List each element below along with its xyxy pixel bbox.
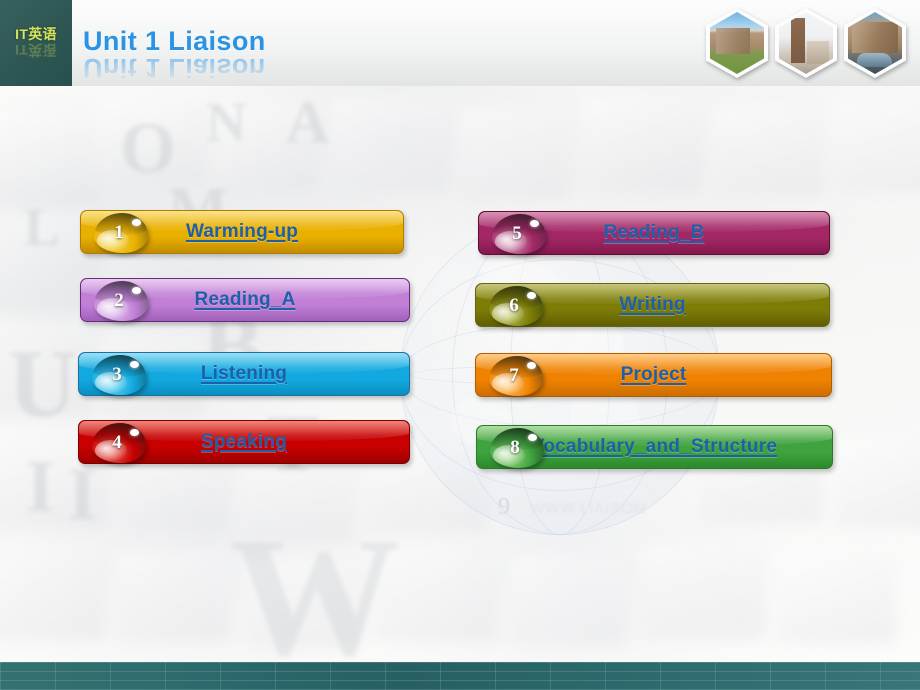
bg-letter: I bbox=[68, 454, 97, 536]
menu-item-number: 6 bbox=[509, 295, 519, 316]
menu-item-number: 3 bbox=[112, 364, 122, 385]
brand-logo: IT英语 IT英语 bbox=[0, 0, 72, 86]
bg-letter: W bbox=[230, 503, 400, 690]
menu-item-reading-a[interactable]: Reading_A 2 bbox=[80, 278, 410, 322]
slide-footer bbox=[0, 662, 920, 690]
background-page-number: 9 bbox=[498, 494, 510, 520]
menu-item-number: 7 bbox=[509, 365, 519, 386]
clock-tower-photo bbox=[775, 8, 837, 78]
menu-item-number: 1 bbox=[114, 222, 124, 243]
menu-item-number: 4 bbox=[112, 432, 122, 453]
bg-letter: U bbox=[8, 330, 78, 437]
bg-letter: A bbox=[286, 89, 330, 155]
bg-letter: L bbox=[24, 197, 61, 257]
menu-item-number-badge: 2 bbox=[94, 281, 148, 321]
menu-item-vocabulary-and-structure[interactable]: Vocabulary_and_Structure 8 bbox=[476, 425, 833, 469]
menu-item-number: 8 bbox=[510, 437, 520, 458]
menu-item-reading-b[interactable]: Reading_B 5 bbox=[478, 211, 830, 255]
header-thumbnail-strip bbox=[706, 8, 906, 78]
menu-item-number-badge: 6 bbox=[489, 286, 543, 326]
page-title-reflection: Unit 1 Liaison bbox=[83, 53, 266, 83]
menu-item-number-badge: 1 bbox=[94, 213, 148, 253]
bg-letter: N bbox=[206, 92, 247, 154]
menu-item-writing[interactable]: Writing 6 bbox=[475, 283, 830, 327]
menu-item-number-badge: 4 bbox=[92, 423, 146, 463]
menu-item-listening[interactable]: Listening 3 bbox=[78, 352, 410, 396]
menu-item-number-badge: 7 bbox=[489, 356, 543, 396]
menu-item-number: 5 bbox=[512, 223, 522, 244]
menu-item-warming-up[interactable]: Warming-up 1 bbox=[80, 210, 404, 254]
menu-item-speaking[interactable]: Speaking 4 bbox=[78, 420, 410, 464]
menu-item-project[interactable]: Project 7 bbox=[475, 353, 832, 397]
background-watermark-text: WWW.LIAISON bbox=[530, 500, 646, 517]
menu-item-number-badge: 8 bbox=[490, 428, 544, 468]
brand-logo-reflection: IT英语 bbox=[15, 42, 57, 58]
bg-letter: I bbox=[26, 446, 55, 528]
menu-item-number-badge: 5 bbox=[492, 214, 546, 254]
campus-cathedral-photo bbox=[706, 8, 768, 78]
menu-item-number: 2 bbox=[114, 290, 124, 311]
slide-header: IT英语 IT英语 Unit 1 Liaison Unit 1 Liaison bbox=[0, 0, 920, 86]
menu-item-number-badge: 3 bbox=[92, 355, 146, 395]
campus-street-photo bbox=[844, 8, 906, 78]
slide-canvas: O N A M L B U W T I I 9 WWW.LIAISON IT英语… bbox=[0, 0, 920, 690]
